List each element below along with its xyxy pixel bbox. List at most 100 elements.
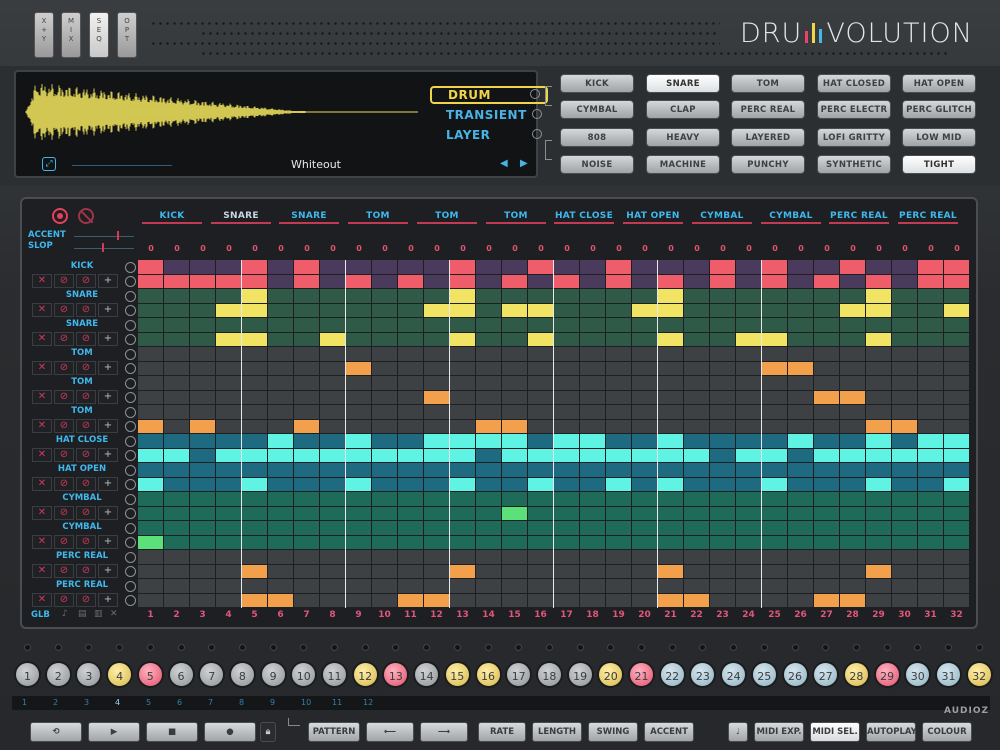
- step-cell[interactable]: [892, 564, 917, 578]
- step-cell[interactable]: [372, 477, 397, 491]
- step-number[interactable]: 3: [190, 610, 215, 620]
- step-cell[interactable]: [190, 593, 215, 607]
- step-cell[interactable]: [216, 434, 241, 448]
- step-cell[interactable]: [424, 361, 449, 375]
- step-cell[interactable]: [242, 390, 267, 404]
- row-led-a[interactable]: [125, 378, 136, 389]
- clear-icon[interactable]: ⊘: [76, 303, 96, 317]
- step-cell[interactable]: [892, 390, 917, 404]
- pattern-number[interactable]: 6: [177, 696, 182, 710]
- step-cell[interactable]: [632, 477, 657, 491]
- step-cell[interactable]: [372, 535, 397, 549]
- clear-icon[interactable]: ⊘: [76, 390, 96, 404]
- step-cell[interactable]: [138, 564, 163, 578]
- step-cell[interactable]: [294, 579, 319, 593]
- step-cell[interactable]: [554, 463, 579, 477]
- step-cell[interactable]: [762, 303, 787, 317]
- step-cell[interactable]: [294, 318, 319, 332]
- step-cell[interactable]: [190, 506, 215, 520]
- step-number[interactable]: 27: [814, 610, 839, 620]
- row-led-a[interactable]: [125, 291, 136, 302]
- step-cell[interactable]: [164, 260, 189, 274]
- step-cell[interactable]: [684, 434, 709, 448]
- step-cell[interactable]: [268, 390, 293, 404]
- step-cell[interactable]: [398, 564, 423, 578]
- step-cell[interactable]: [762, 376, 787, 390]
- step-cell[interactable]: [346, 260, 371, 274]
- step-cell[interactable]: [840, 347, 865, 361]
- step-cell[interactable]: [866, 535, 891, 549]
- step-cell[interactable]: [424, 550, 449, 564]
- step-cell[interactable]: [606, 463, 631, 477]
- pattern-number[interactable]: 4: [115, 696, 120, 710]
- step-cell[interactable]: [346, 434, 371, 448]
- step-pad[interactable]: 1: [14, 661, 41, 688]
- step-cell[interactable]: [372, 376, 397, 390]
- step-number[interactable]: 22: [684, 610, 709, 620]
- step-cell[interactable]: [944, 535, 969, 549]
- step-cell[interactable]: [944, 405, 969, 419]
- step-cell[interactable]: [268, 593, 293, 607]
- step-cell[interactable]: [814, 405, 839, 419]
- step-cell[interactable]: [528, 260, 553, 274]
- step-cell[interactable]: [788, 448, 813, 462]
- step-cell[interactable]: [606, 492, 631, 506]
- row-led-b[interactable]: [125, 334, 136, 345]
- step-cell[interactable]: [684, 477, 709, 491]
- step-cell[interactable]: [736, 579, 761, 593]
- step-cell[interactable]: [684, 405, 709, 419]
- step-cell[interactable]: [424, 347, 449, 361]
- step-cell[interactable]: [866, 405, 891, 419]
- step-cell[interactable]: [866, 303, 891, 317]
- step-cell[interactable]: [424, 579, 449, 593]
- step-cell[interactable]: [710, 332, 735, 346]
- step-cell[interactable]: [190, 419, 215, 433]
- add-icon[interactable]: +: [98, 303, 118, 317]
- step-cell[interactable]: [320, 419, 345, 433]
- prev-arrow-icon[interactable]: ◀: [500, 158, 508, 169]
- step-cell[interactable]: [762, 448, 787, 462]
- step-cell[interactable]: [658, 332, 683, 346]
- step-cell[interactable]: [710, 593, 735, 607]
- step-cell[interactable]: [580, 376, 605, 390]
- step-cell[interactable]: [632, 521, 657, 535]
- step-cell[interactable]: [918, 463, 943, 477]
- step-cell[interactable]: [944, 347, 969, 361]
- step-pad[interactable]: 17: [505, 661, 533, 688]
- step-cell[interactable]: [892, 419, 917, 433]
- step-cell[interactable]: [398, 318, 423, 332]
- step-cell[interactable]: [944, 593, 969, 607]
- step-cell[interactable]: [502, 361, 527, 375]
- step-cell[interactable]: [814, 593, 839, 607]
- step-cell[interactable]: [788, 564, 813, 578]
- step-cell[interactable]: [918, 361, 943, 375]
- step-cell[interactable]: [502, 376, 527, 390]
- step-cell[interactable]: [268, 303, 293, 317]
- step-cell[interactable]: [840, 579, 865, 593]
- step-cell[interactable]: [944, 390, 969, 404]
- step-cell[interactable]: [346, 318, 371, 332]
- step-cell[interactable]: [216, 347, 241, 361]
- step-cell[interactable]: [606, 593, 631, 607]
- step-cell[interactable]: [944, 332, 969, 346]
- step-cell[interactable]: [476, 419, 501, 433]
- step-cell[interactable]: [320, 448, 345, 462]
- step-cell[interactable]: [944, 376, 969, 390]
- step-cell[interactable]: [424, 492, 449, 506]
- step-cell[interactable]: [632, 448, 657, 462]
- step-cell[interactable]: [710, 260, 735, 274]
- step-cell[interactable]: [398, 593, 423, 607]
- step-cell[interactable]: [554, 521, 579, 535]
- step-cell[interactable]: [398, 361, 423, 375]
- step-pad[interactable]: 6: [167, 661, 195, 688]
- step-cell[interactable]: [476, 550, 501, 564]
- step-cell[interactable]: [138, 535, 163, 549]
- step-cell[interactable]: [450, 347, 475, 361]
- step-cell[interactable]: [840, 390, 865, 404]
- type-drum[interactable]: DRUM: [430, 86, 548, 104]
- step-cell[interactable]: [242, 477, 267, 491]
- mute-icon[interactable]: ✕: [32, 506, 52, 520]
- step-cell[interactable]: [762, 506, 787, 520]
- step-cell[interactable]: [502, 593, 527, 607]
- step-cell[interactable]: [788, 463, 813, 477]
